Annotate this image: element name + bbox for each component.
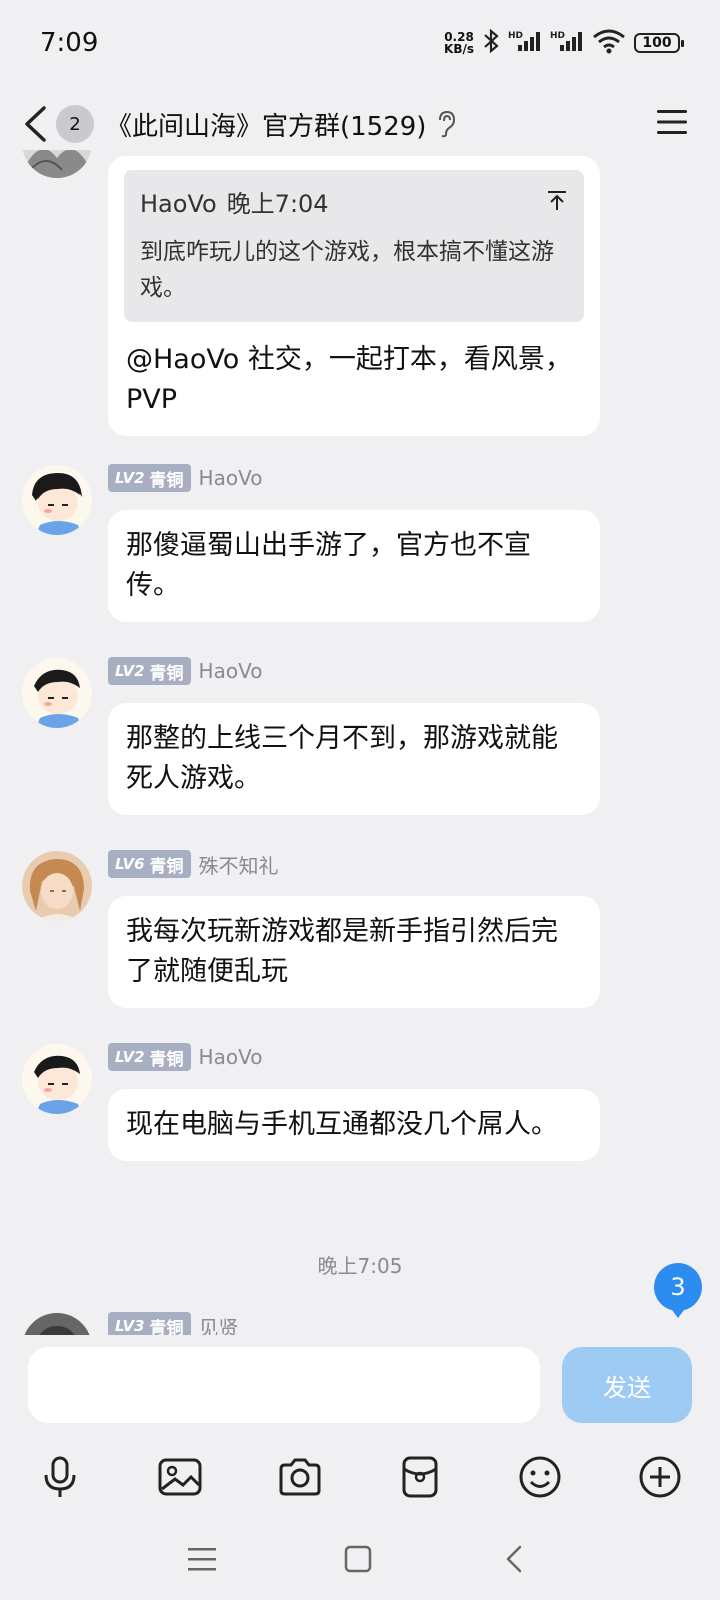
avatar[interactable]	[22, 1313, 92, 1335]
signal-1-label: HD	[508, 31, 523, 41]
status-icons: 0.28 KB/s HD HD 100	[444, 28, 684, 58]
group-title[interactable]: 《此间山海》官方群(1529)	[106, 106, 426, 143]
message-list[interactable]: HaoVo 晚上7:04 到底咋玩儿的这个游戏，根本搞不懂这游戏。 @HaoVo…	[0, 150, 720, 1335]
message-text: @HaoVo 社交，一起打本，看风景，PVP	[126, 344, 572, 415]
status-time: 7:09	[40, 28, 99, 58]
home-icon[interactable]	[338, 1539, 378, 1579]
battery-level: 100	[642, 35, 672, 51]
emoji-icon[interactable]	[510, 1447, 570, 1507]
system-back-icon[interactable]	[494, 1539, 534, 1579]
rank-label: 青铜	[149, 1318, 184, 1336]
message-bubble[interactable]: 那傻逼蜀山出手游了，官方也不宣传。	[108, 510, 600, 622]
wifi-icon	[592, 28, 626, 58]
red-packet-icon[interactable]	[390, 1447, 450, 1507]
new-message-count-badge[interactable]: 3	[654, 1263, 702, 1318]
back-arrow-icon[interactable]	[22, 104, 52, 144]
rank-label: 青铜	[149, 1049, 184, 1070]
level-badge: LV3 青铜	[108, 1312, 191, 1335]
time-divider: 晚上7:05	[317, 1254, 403, 1278]
plus-icon[interactable]	[630, 1447, 690, 1507]
level-badge: LV6 青铜	[108, 850, 191, 878]
level-badge: LV2 青铜	[108, 657, 191, 685]
message-bubble[interactable]: HaoVo 晚上7:04 到底咋玩儿的这个游戏，根本搞不懂这游戏。 @HaoVo…	[108, 156, 600, 436]
image-icon[interactable]	[150, 1447, 210, 1507]
bluetooth-icon	[482, 28, 500, 58]
system-nav-bar	[0, 1517, 720, 1600]
message-bubble[interactable]: 我每次玩新游戏都是新手指引然后完了就随便乱玩	[108, 896, 600, 1008]
unread-count-badge[interactable]: 2	[56, 105, 94, 143]
message-meta: LV3 青铜 见贤	[108, 1312, 239, 1335]
network-speed-unit: KB/s	[444, 42, 474, 56]
avatar[interactable]	[22, 658, 92, 728]
signal-2-label: HD	[550, 31, 565, 41]
message-meta: LV2 青铜 HaoVo	[108, 464, 262, 492]
quote-header: HaoVo 晚上7:04	[140, 184, 568, 224]
battery-indicator: 100	[634, 33, 684, 53]
input-toolbar	[0, 1447, 720, 1517]
message-meta: LV2 青铜 HaoVo	[108, 657, 262, 685]
avatar[interactable]	[22, 851, 92, 921]
level-label: LV3	[115, 1317, 145, 1335]
rank-label: 青铜	[149, 470, 184, 491]
level-label: LV6	[115, 855, 145, 873]
level-label: LV2	[115, 662, 145, 680]
network-speed: 0.28 KB/s	[444, 31, 474, 55]
level-badge: LV2 青铜	[108, 1043, 191, 1071]
message-input[interactable]	[28, 1347, 540, 1423]
quote-text: 到底咋玩儿的这个游戏，根本搞不懂这游戏。	[140, 239, 554, 301]
jump-to-quote-icon[interactable]	[546, 184, 568, 224]
signal-strength-2-icon: HD	[550, 29, 584, 57]
message-text: 我每次玩新游戏都是新手指引然后完了就随便乱玩	[126, 916, 558, 987]
rank-label: 青铜	[149, 663, 184, 684]
level-label: LV2	[115, 469, 145, 487]
message-text: 现在电脑与手机互通都没几个屌人。	[126, 1109, 558, 1140]
avatar[interactable]	[22, 150, 92, 178]
message-bubble[interactable]: 那整的上线三个月不到，那游戏就能死人游戏。	[108, 703, 600, 815]
recent-apps-menu-icon[interactable]	[182, 1539, 222, 1579]
microphone-icon[interactable]	[30, 1447, 90, 1507]
message-text: 那整的上线三个月不到，那游戏就能死人游戏。	[126, 723, 558, 794]
quoted-message[interactable]: HaoVo 晚上7:04 到底咋玩儿的这个游戏，根本搞不懂这游戏。	[124, 170, 584, 322]
camera-icon[interactable]	[270, 1447, 330, 1507]
message-meta: LV2 青铜 HaoVo	[108, 1043, 262, 1071]
send-button[interactable]: 发送	[562, 1347, 692, 1423]
sender-name[interactable]: HaoVo	[199, 466, 263, 490]
rank-label: 青铜	[149, 856, 184, 877]
sender-name[interactable]: 殊不知礼	[199, 850, 279, 879]
quote-author: HaoVo	[140, 190, 217, 218]
avatar[interactable]	[22, 465, 92, 535]
chat-settings-menu-icon[interactable]	[656, 108, 688, 140]
level-badge: LV2 青铜	[108, 464, 191, 492]
sender-name[interactable]: HaoVo	[199, 659, 263, 683]
chat-screen: 7:09 0.28 KB/s HD HD 100 2 《此间山海》官方群(152…	[0, 0, 720, 1600]
avatar[interactable]	[22, 1044, 92, 1114]
ear-icon[interactable]	[436, 110, 456, 138]
sender-name[interactable]: 见贤	[199, 1312, 239, 1336]
message-meta: LV6 青铜 殊不知礼	[108, 850, 279, 878]
message-bubble[interactable]: 现在电脑与手机互通都没几个屌人。	[108, 1089, 600, 1161]
status-bar: 7:09 0.28 KB/s HD HD 100	[0, 0, 720, 86]
signal-strength-1-icon: HD	[508, 29, 542, 57]
sender-name[interactable]: HaoVo	[199, 1045, 263, 1069]
input-bar: 发送	[0, 1335, 720, 1447]
quote-time: 晚上7:04	[226, 190, 329, 218]
message-text: 那傻逼蜀山出手游了，官方也不宣传。	[126, 530, 531, 601]
level-label: LV2	[115, 1048, 145, 1066]
